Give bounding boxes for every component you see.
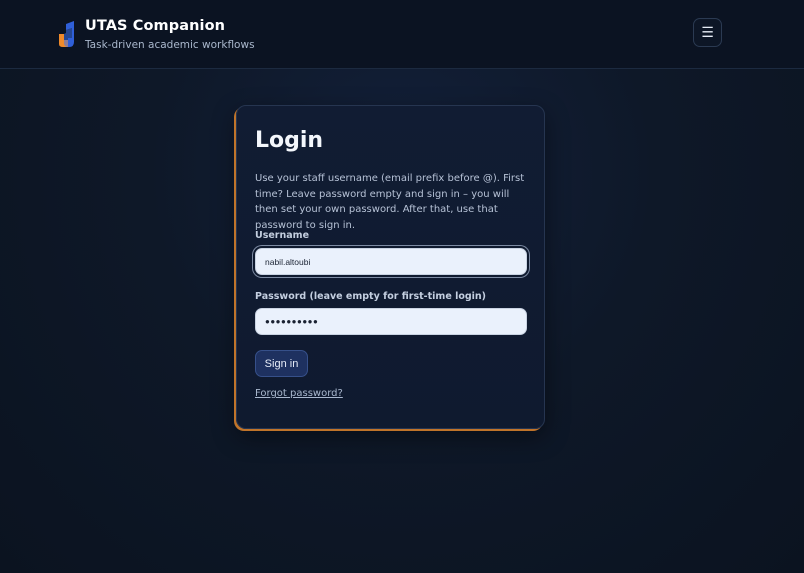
brand-text: UTAS Companion Task-driven academic work… xyxy=(85,18,255,53)
app-logo-icon xyxy=(59,21,74,47)
login-card: Login Use your staff username (email pre… xyxy=(236,105,545,429)
app-title: UTAS Companion xyxy=(85,18,226,34)
login-title: Login xyxy=(255,128,324,153)
brand[interactable]: UTAS Companion Task-driven academic work… xyxy=(58,18,255,53)
password-label: Password (leave empty for first-time log… xyxy=(255,291,487,302)
password-input[interactable] xyxy=(255,308,527,335)
top-bar: UTAS Companion Task-driven academic work… xyxy=(0,0,804,69)
forgot-password-link[interactable]: Forgot password? xyxy=(255,388,343,399)
hamburger-icon: ☰ xyxy=(701,24,714,41)
hamburger-menu-button[interactable]: ☰ xyxy=(693,18,722,47)
username-input[interactable] xyxy=(255,248,527,275)
app-subtitle: Task-driven academic workflows xyxy=(85,39,255,51)
sign-in-button[interactable]: Sign in xyxy=(255,350,308,377)
login-description: Use your staff username (email prefix be… xyxy=(255,173,525,231)
username-label: Username xyxy=(255,230,310,241)
